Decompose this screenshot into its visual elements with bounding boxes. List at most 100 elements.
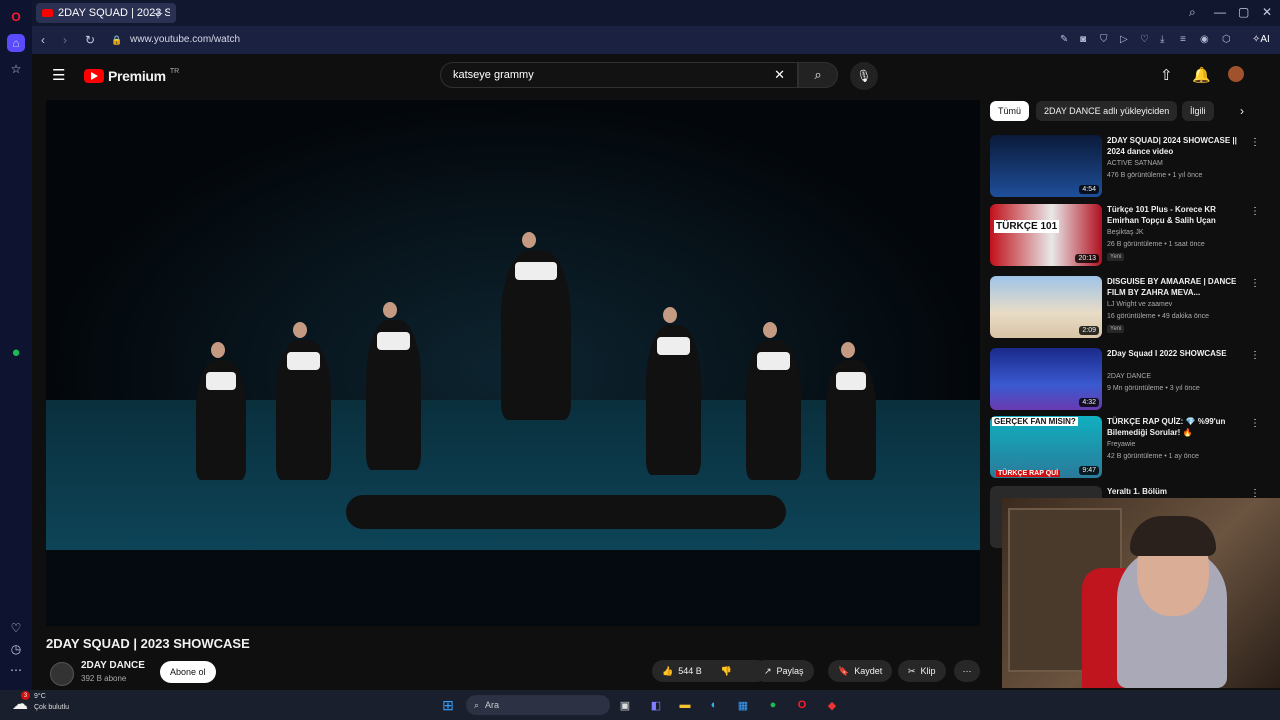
notifications-bell-icon[interactable]: 🔔 xyxy=(1192,66,1211,84)
rec-channel[interactable]: 2DAY DANCE xyxy=(1107,373,1151,380)
search-tabs-icon[interactable]: ⌕ xyxy=(1189,5,1196,20)
recommendation-item[interactable]: 4:32 2Day Squad I 2022 SHOWCASE 2DAY DAN… xyxy=(990,348,1260,412)
teams-icon[interactable]: ◧ xyxy=(648,697,664,713)
shield-icon[interactable]: ⛉ xyxy=(1100,34,1108,45)
weather-desc: Çok bulutlu xyxy=(34,704,70,711)
rec-more-icon[interactable]: ⋮ xyxy=(1250,350,1260,361)
rec-channel[interactable]: Beşiktaş JK xyxy=(1107,229,1144,236)
clear-search-icon[interactable]: ✕ xyxy=(774,67,785,83)
heart-icon[interactable]: ♡ xyxy=(7,619,25,637)
thumbnail-text: TÜRKÇE 101 xyxy=(994,220,1060,233)
youtube-favicon-icon xyxy=(42,9,53,17)
search-input[interactable]: katseye grammy ✕ xyxy=(440,62,798,88)
recommendation-item[interactable]: 2:09 DISGUISE BY AMAARAE | DANCE FILM BY… xyxy=(990,276,1260,340)
maximize-button[interactable]: ▢ xyxy=(1238,5,1249,19)
rec-title[interactable]: Yeraltı 1. Bölüm xyxy=(1107,486,1247,497)
url-field[interactable]: www.youtube.com/watch xyxy=(130,34,240,45)
video-thumbnail[interactable]: 4:32 xyxy=(990,348,1102,410)
video-thumbnail[interactable]: 2:09 xyxy=(990,276,1102,338)
new-tab-button[interactable]: ＋ xyxy=(152,5,164,22)
rec-title[interactable]: TÜRKÇE RAP QUİZ: 💎 %99'un Bilemediği Sor… xyxy=(1107,416,1247,438)
rec-channel[interactable]: LJ Wright ve zaamev xyxy=(1107,301,1172,308)
rec-channel[interactable]: ACTIVE SATNAM xyxy=(1107,160,1163,167)
video-thumbnail[interactable]: 4:54 xyxy=(990,135,1102,197)
download-icon[interactable]: ⤓ xyxy=(1160,34,1164,45)
rec-title[interactable]: DISGUISE BY AMAARAE | DANCE FILM BY ZAHR… xyxy=(1107,276,1247,298)
windows-start-icon[interactable]: ⊞ xyxy=(440,697,456,713)
rec-meta: 16 görüntüleme • 49 dakika önce xyxy=(1107,313,1210,320)
dislike-icon[interactable]: 👎 xyxy=(721,666,732,677)
spotify-icon[interactable]: ● xyxy=(7,343,25,361)
more-icon[interactable]: ⋯ xyxy=(7,661,25,679)
recommendation-item[interactable]: 4:54 2DAY SQUAD| 2024 SHOWCASE || 2024 d… xyxy=(990,135,1260,199)
new-badge: Yeni xyxy=(1107,325,1125,333)
like-count[interactable]: 544 B xyxy=(678,666,702,676)
history-icon[interactable]: ◷ xyxy=(7,640,25,658)
play-icon[interactable]: ▷ xyxy=(1120,34,1128,45)
close-window-button[interactable]: ✕ xyxy=(1262,5,1272,19)
video-thumbnail[interactable]: GERÇEK FAN MISIN? TÜRKÇE RAP QUİ 9:47 xyxy=(990,416,1102,478)
recommendation-item[interactable]: TÜRKÇE 101 20:13 Türkçe 101 Plus - Korec… xyxy=(990,204,1260,268)
chip-related[interactable]: İlgili xyxy=(1182,101,1214,121)
more-actions-button[interactable]: ⋯ xyxy=(954,660,980,682)
subscribe-button[interactable]: Abone ol xyxy=(160,661,216,683)
rec-title[interactable]: 2DAY SQUAD| 2024 SHOWCASE || 2024 dance … xyxy=(1107,135,1247,157)
back-button[interactable]: ‹ xyxy=(41,33,45,47)
like-icon[interactable]: 👍 xyxy=(662,666,673,677)
rec-more-icon[interactable]: ⋮ xyxy=(1250,137,1260,148)
store-icon[interactable]: ▦ xyxy=(735,697,751,713)
rec-more-icon[interactable]: ⋮ xyxy=(1250,278,1260,289)
account-avatar[interactable] xyxy=(1228,66,1244,82)
share-button[interactable]: ↗ Paylaş xyxy=(754,660,814,682)
spotify-icon[interactable]: ● xyxy=(765,697,781,713)
person-hair xyxy=(1130,516,1216,556)
title-bar: 2DAY SQUAD | 2023 SHO ＋ ⌕ — ▢ ✕ xyxy=(32,0,1280,26)
heart-outline-icon[interactable]: ♡ xyxy=(1140,34,1149,45)
edit-icon[interactable]: ✎ xyxy=(1060,34,1068,45)
channel-avatar[interactable] xyxy=(50,662,74,686)
duration-badge: 20:13 xyxy=(1075,254,1099,263)
recommendation-item[interactable]: GERÇEK FAN MISIN? TÜRKÇE RAP QUİ 9:47 TÜ… xyxy=(990,416,1260,480)
rec-channel[interactable]: Freyawie xyxy=(1107,441,1135,448)
opera-icon[interactable]: O xyxy=(794,697,810,713)
file-explorer-icon[interactable]: ▬ xyxy=(677,697,693,713)
video-thumbnail[interactable]: TÜRKÇE 101 20:13 xyxy=(990,204,1102,266)
voice-search-button[interactable]: 🎙 xyxy=(850,62,878,90)
chip-from-uploader[interactable]: 2DAY DANCE adlı yükleyiciden xyxy=(1036,101,1178,121)
video-player[interactable] xyxy=(46,100,980,626)
star-icon[interactable]: ☆ xyxy=(7,60,25,78)
dancer-figure xyxy=(366,302,421,470)
game-app-icon[interactable]: ◆ xyxy=(824,697,840,713)
edge-icon[interactable]: ◐ xyxy=(706,697,722,713)
share-label: Paylaş xyxy=(776,666,804,676)
forward-button[interactable]: › xyxy=(63,33,67,47)
create-button[interactable]: ⇧ xyxy=(1160,66,1173,84)
task-view-icon[interactable]: ▣ xyxy=(617,697,633,713)
youtube-logo[interactable]: Premium TR xyxy=(84,68,179,84)
chips-next-icon[interactable]: › xyxy=(1232,101,1252,121)
hamburger-menu-icon[interactable]: ☰ xyxy=(52,66,65,84)
rec-more-icon[interactable]: ⋮ xyxy=(1250,418,1260,429)
reload-button[interactable]: ↻ xyxy=(85,33,95,47)
camera-icon[interactable]: ◙ xyxy=(1080,34,1086,45)
chip-all[interactable]: Tümü xyxy=(990,101,1030,121)
menu-icon[interactable]: ≡ xyxy=(1180,34,1186,45)
search-button[interactable]: ⌕ xyxy=(798,62,838,88)
extensions-icon[interactable]: ⬡ xyxy=(1222,34,1231,45)
rec-title[interactable]: Türkçe 101 Plus - Korece KR Emirhan Topç… xyxy=(1107,204,1247,226)
taskbar-search-placeholder: Ara xyxy=(485,700,500,710)
opera-logo-icon[interactable]: O xyxy=(7,8,25,26)
taskbar-search[interactable]: ⌕ Ara xyxy=(466,695,610,715)
duration-badge: 4:32 xyxy=(1079,398,1099,407)
home-icon[interactable]: ⌂ xyxy=(7,34,25,52)
ai-button[interactable]: ✧AI xyxy=(1252,34,1270,45)
minimize-button[interactable]: — xyxy=(1214,5,1226,19)
save-button[interactable]: 🔖 Kaydet xyxy=(828,660,893,682)
profile-icon[interactable]: ◉ xyxy=(1200,34,1209,45)
subscriber-count: 392 B abone xyxy=(81,674,127,683)
dancer-figure xyxy=(196,342,246,480)
clip-button[interactable]: ✂ Klip xyxy=(898,660,946,682)
rec-more-icon[interactable]: ⋮ xyxy=(1250,206,1260,217)
rec-title[interactable]: 2Day Squad I 2022 SHOWCASE xyxy=(1107,348,1247,359)
channel-name[interactable]: 2DAY DANCE xyxy=(81,660,145,671)
